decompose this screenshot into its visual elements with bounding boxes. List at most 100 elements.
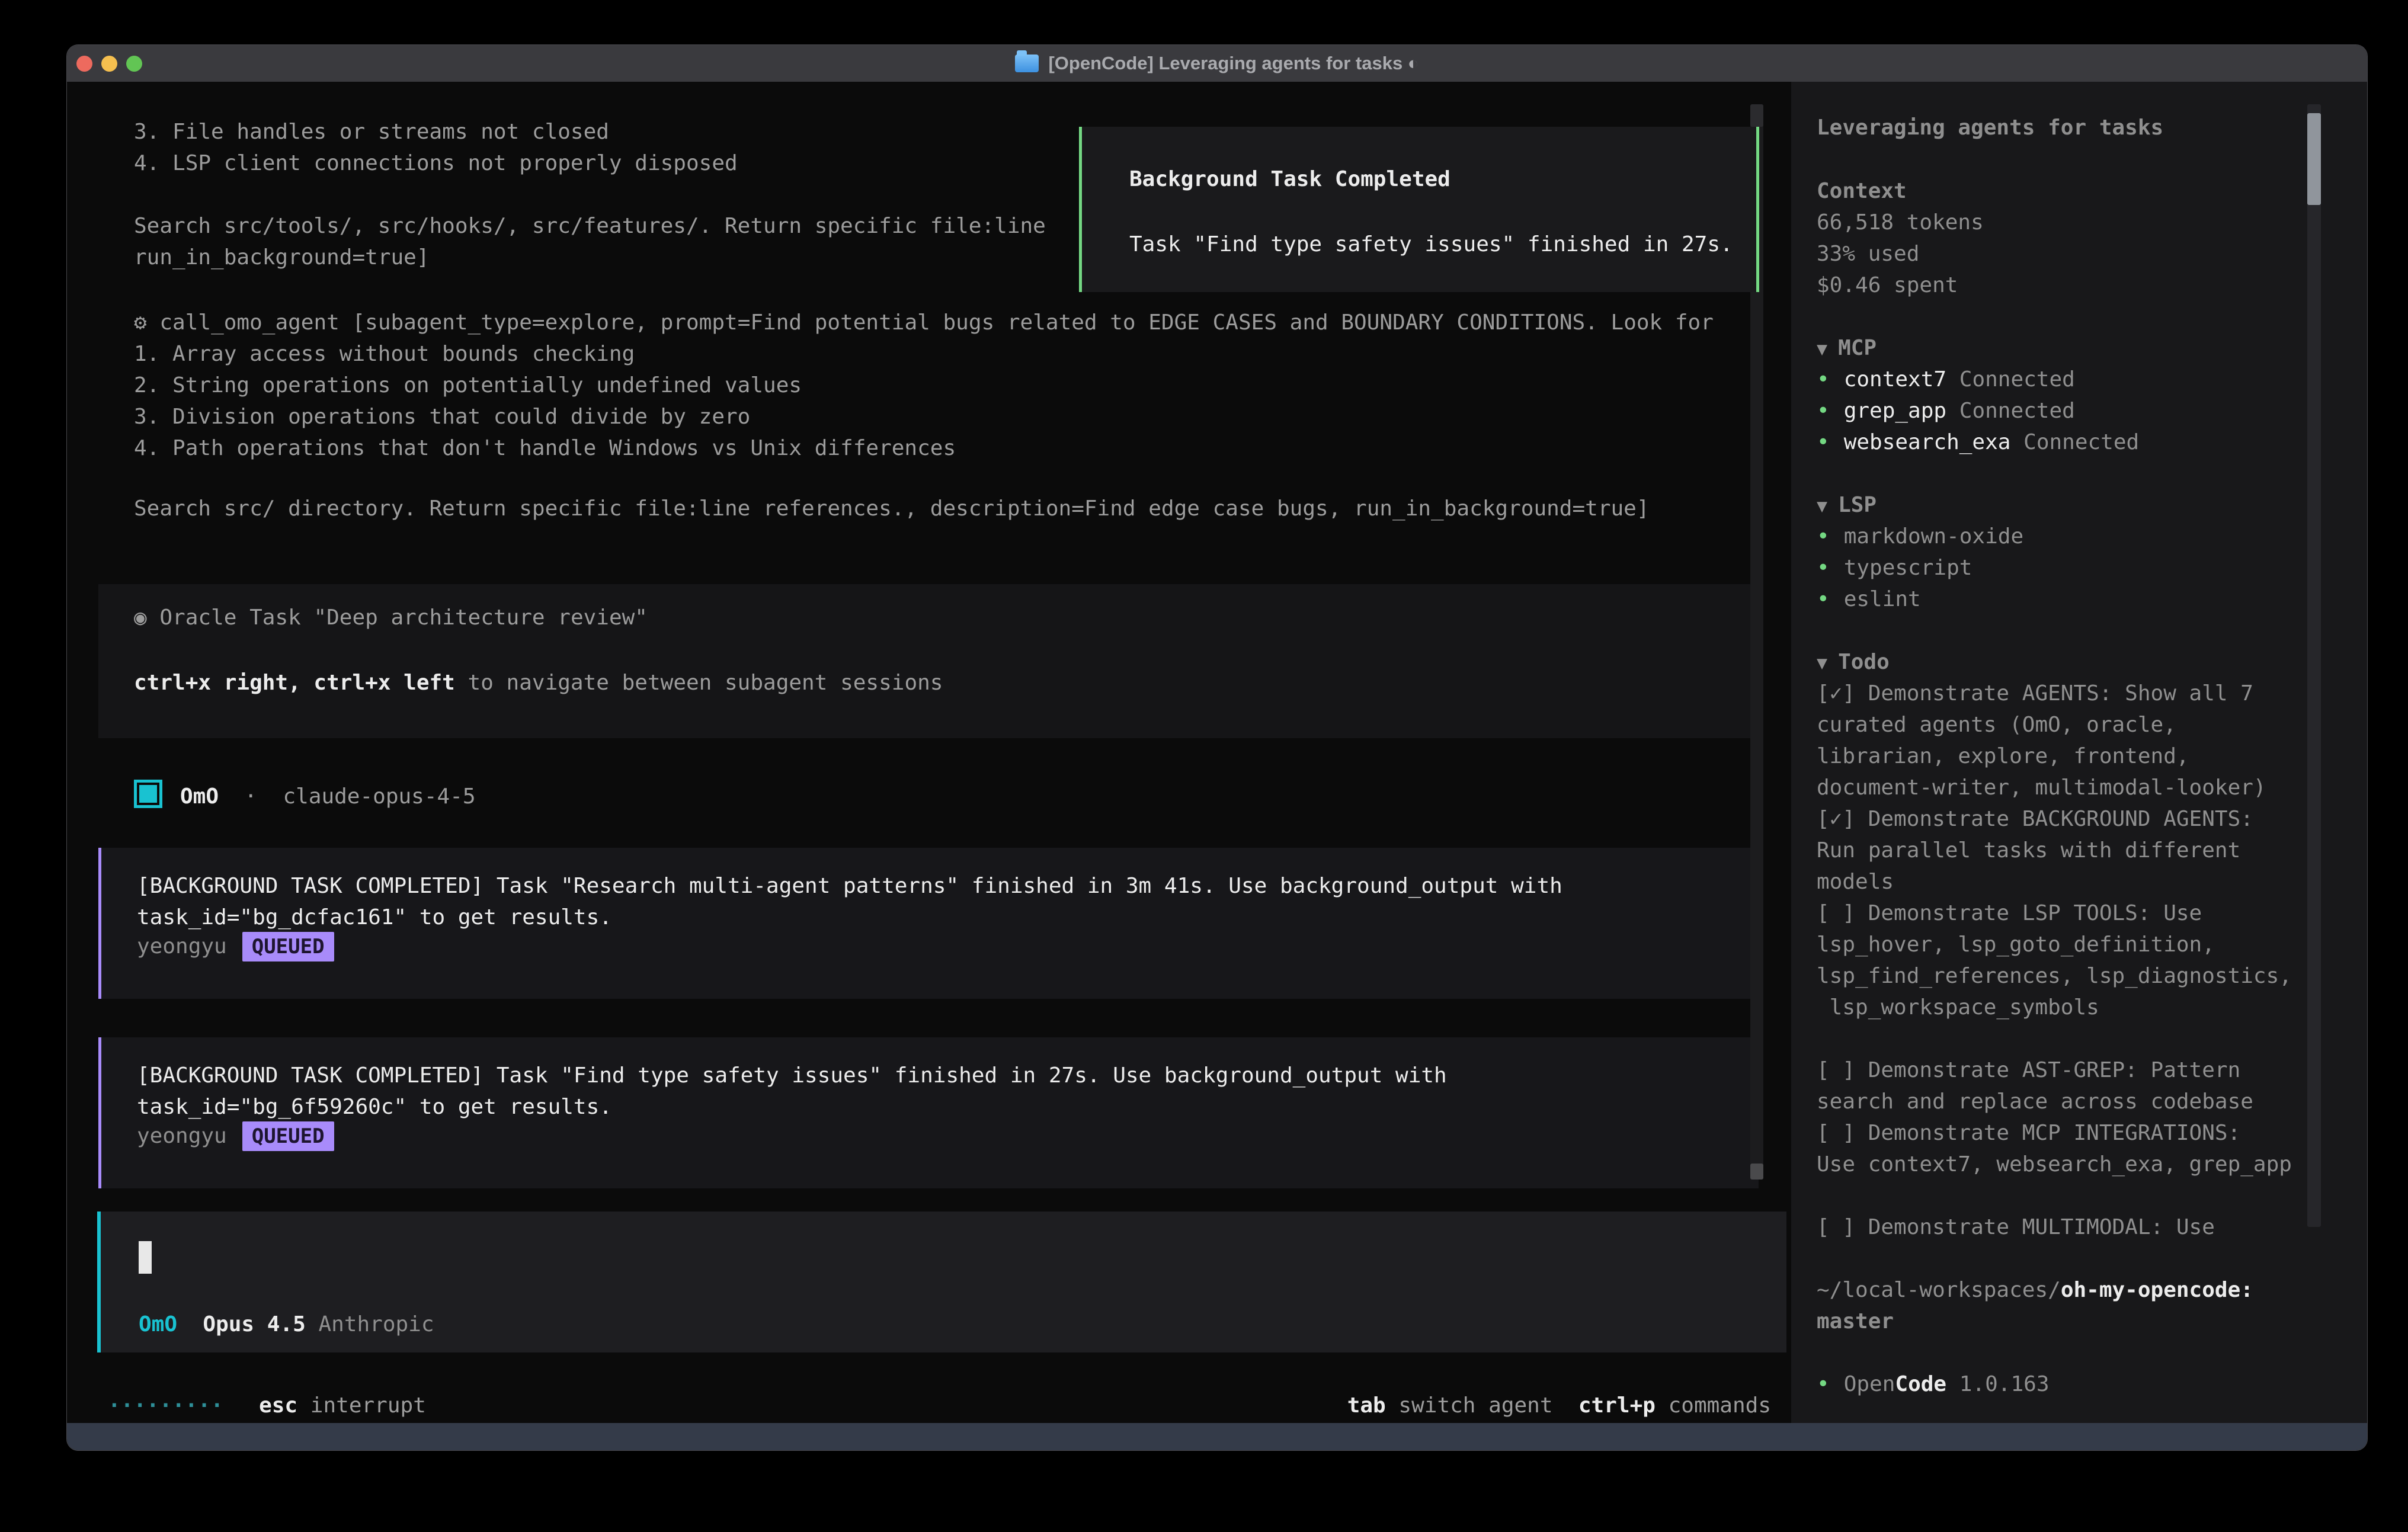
todo-line-active: [ ] Demonstrate LSP TOOLS: Use <box>1817 898 2202 929</box>
lsp-item: •markdown-oxide <box>1817 521 2023 552</box>
terminal-line: 3. Division operations that could divide… <box>134 401 750 432</box>
text-cursor <box>139 1241 152 1274</box>
input-model-row: OmO Opus 4.5 Anthropic <box>139 1309 434 1340</box>
todo-line: [✓] Demonstrate AGENTS: Show all 7 <box>1817 678 2253 709</box>
ctrlp-key-hint: ctrl+p <box>1578 1393 1655 1418</box>
todo-line: [ ] Demonstrate MCP INTEGRATIONS: <box>1817 1117 2240 1149</box>
sidebar-scrollbar-thumb[interactable] <box>2307 113 2321 205</box>
oracle-task-title: ◉ Oracle Task "Deep architecture review" <box>134 602 648 633</box>
terminal-line: 3. File handles or streams not closed <box>134 116 609 148</box>
gear-icon: ⚙ <box>134 310 147 335</box>
tab-key-hint: tab <box>1347 1393 1386 1418</box>
mcp-section-header[interactable]: ▼MCP <box>1817 332 1877 365</box>
todo-line: document-writer, multimodal-looker) <box>1817 772 2266 803</box>
background-task-message: [BACKGROUND TASK COMPLETED] Task "Resear… <box>98 848 1759 999</box>
todo-line: models <box>1817 866 1894 898</box>
terminal-line: Search src/ directory. Return specific f… <box>134 493 1650 524</box>
lsp-item: •eslint <box>1817 584 1921 615</box>
task-message-line: [BACKGROUND TASK COMPLETED] Task "Resear… <box>137 870 1562 902</box>
session-title: Leveraging agents for tasks <box>1817 112 2163 143</box>
window-bottom-edge <box>67 1423 2367 1450</box>
desktop: [OpenCode] Leveraging agents for tasks ◐… <box>0 0 2408 1532</box>
task-message-line: task_id="bg_6f59260c" to get results. <box>137 1091 612 1123</box>
main-scrollbar-thumb-top[interactable] <box>1750 104 1763 127</box>
agent-header-row: OmO · claude-opus-4-5 <box>134 780 476 812</box>
spinner-dots-icon: ········· <box>108 1393 223 1418</box>
context-tokens: 66,518 tokens <box>1817 207 1984 238</box>
status-dot-icon: • <box>1817 399 1830 423</box>
terminal-line: Search src/tools/, src/hooks/, src/featu… <box>134 210 1046 242</box>
opencode-terminal-window: [OpenCode] Leveraging agents for tasks ◐… <box>66 44 2368 1451</box>
terminal-line: 4. Path operations that don't handle Win… <box>134 432 956 464</box>
todo-line: Run parallel tasks with different <box>1817 835 2240 866</box>
queued-status-badge: QUEUED <box>242 932 334 961</box>
notification-body: Task "Find type safety issues" finished … <box>1129 229 1733 260</box>
statusbar-right: tab switch agent ctrl+p commands <box>1347 1390 1771 1421</box>
agent-model: claude-opus-4-5 <box>283 784 475 809</box>
task-message-line: [BACKGROUND TASK COMPLETED] Task "Find t… <box>137 1060 1447 1091</box>
tool-call-line: ⚙ call_omo_agent [subagent_type=explore,… <box>134 307 1714 338</box>
collapse-triangle-icon: ▼ <box>1817 653 1827 674</box>
folder-icon <box>1015 55 1039 72</box>
oracle-hint-line: ctrl+x right, ctrl+x left to navigate be… <box>134 667 943 698</box>
todo-line: librarian, explore, frontend, <box>1817 741 2189 772</box>
notification-title: Background Task Completed <box>1129 164 1450 195</box>
status-dot-icon: • <box>1817 587 1830 611</box>
mcp-item: •websearch_exa Connected <box>1817 427 2139 458</box>
todo-section-header[interactable]: ▼Todo <box>1817 646 1890 679</box>
input-provider-name: Anthropic <box>318 1312 434 1337</box>
main-scrollbar-thumb[interactable] <box>1750 1164 1763 1180</box>
tool-call-text: call_omo_agent [subagent_type=explore, p… <box>159 310 1714 335</box>
todo-line: Use context7, websearch_exa, grep_app <box>1817 1149 2292 1180</box>
todo-line-active: lsp_find_references, lsp_diagnostics, <box>1817 960 2292 992</box>
separator-dot: · <box>244 784 257 809</box>
statusbar-left: ········· esc interrupt <box>108 1390 426 1421</box>
todo-line-active: lsp_hover, lsp_goto_definition, <box>1817 929 2215 960</box>
task-message-meta: yeongyu QUEUED <box>137 931 334 962</box>
terminal-line: 2. String operations on potentially unde… <box>134 370 802 401</box>
tab-action-label: switch agent <box>1398 1393 1552 1418</box>
task-author: yeongyu <box>137 1124 227 1148</box>
status-dot-icon: • <box>1817 367 1830 392</box>
prompt-input[interactable]: OmO Opus 4.5 Anthropic <box>97 1212 1786 1352</box>
version-row: •OpenCode 1.0.163 <box>1817 1368 2050 1400</box>
background-task-notification: Background Task Completed Task "Find typ… <box>1079 127 1759 292</box>
status-dot-icon: • <box>1817 1372 1830 1396</box>
record-circle-icon: ◉ <box>134 605 147 630</box>
status-dot-icon: • <box>1817 430 1830 454</box>
todo-line: [ ] Demonstrate AST-GREP: Pattern <box>1817 1055 2240 1086</box>
ctrlp-action-label: commands <box>1669 1393 1771 1418</box>
esc-key-hint: esc <box>259 1393 297 1418</box>
agent-square-icon <box>134 780 162 808</box>
terminal-line: run_in_background=true] <box>134 242 430 273</box>
status-dot-icon: • <box>1817 556 1830 580</box>
input-agent-name: OmO <box>139 1312 177 1337</box>
task-message-meta: yeongyuQUEUED <box>137 1120 334 1152</box>
mcp-item: •context7 Connected <box>1817 364 2075 395</box>
git-branch: master <box>1817 1306 1894 1337</box>
context-used: 33% used <box>1817 238 1919 270</box>
agent-name: OmO <box>180 784 219 809</box>
sidebar-scrollbar-track[interactable] <box>2307 104 2321 1227</box>
context-header: Context <box>1817 175 1907 207</box>
context-spent: $0.46 spent <box>1817 270 1958 301</box>
oracle-task-panel: ◉ Oracle Task "Deep architecture review"… <box>98 584 1756 738</box>
window-title: [OpenCode] Leveraging agents for tasks ◐ <box>67 45 2367 82</box>
workspace-path: ~/local-workspaces/oh-my-opencode: <box>1817 1274 2253 1306</box>
lsp-section-header[interactable]: ▼LSP <box>1817 489 1877 522</box>
terminal-line: 4. LSP client connections not properly d… <box>134 148 738 179</box>
background-task-message: [BACKGROUND TASK COMPLETED] Task "Find t… <box>98 1037 1759 1188</box>
task-author: yeongyu <box>137 934 227 959</box>
session-main-area: 3. File handles or streams not closed 4.… <box>67 82 1791 1423</box>
titlebar: [OpenCode] Leveraging agents for tasks ◐ <box>67 45 2367 82</box>
hint-keys: ctrl+x right, ctrl+x left <box>134 671 455 695</box>
hint-text: to navigate between subagent sessions <box>455 671 943 695</box>
todo-line: [✓] Demonstrate BACKGROUND AGENTS: <box>1817 803 2253 835</box>
todo-line-active: lsp_workspace_symbols <box>1817 992 2099 1023</box>
session-sidebar: Leveraging agents for tasks Context 66,5… <box>1791 82 2367 1423</box>
todo-line: [ ] Demonstrate MULTIMODAL: Use <box>1817 1212 2215 1243</box>
status-dot-icon: • <box>1817 524 1830 549</box>
todo-line: curated agents (OmO, oracle, <box>1817 709 2176 741</box>
input-model-name: Opus 4.5 <box>203 1312 305 1337</box>
esc-action-label: interrupt <box>310 1393 426 1418</box>
